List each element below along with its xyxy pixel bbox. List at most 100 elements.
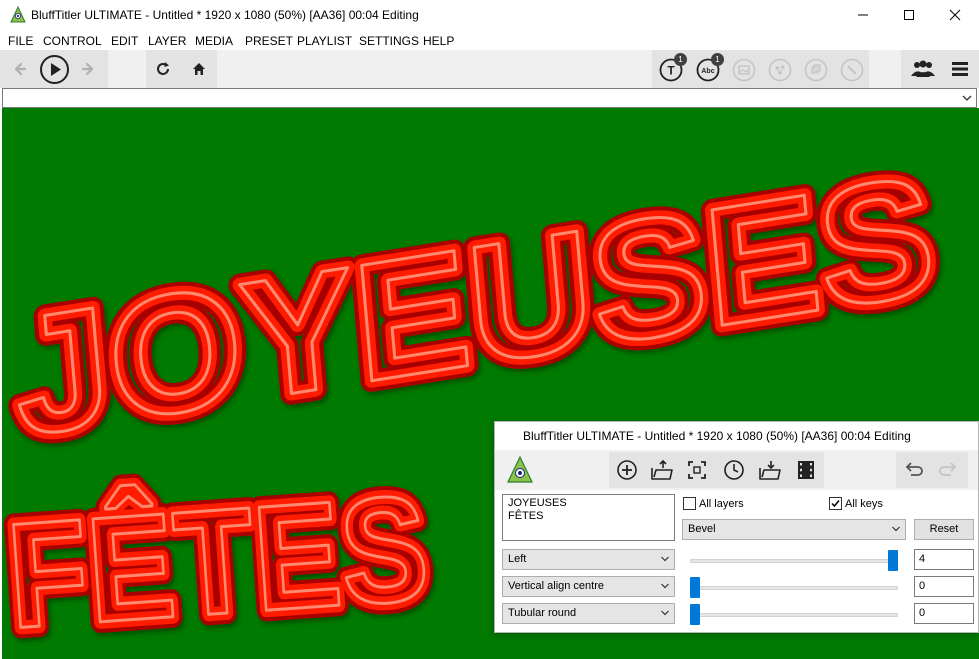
chevron-down-icon — [962, 95, 972, 101]
play-button[interactable] — [39, 54, 70, 85]
clock-icon — [724, 460, 744, 480]
home-button[interactable] — [189, 59, 209, 79]
property-select[interactable]: Bevel — [682, 519, 906, 540]
all-keys-checkbox-box[interactable] — [829, 497, 842, 510]
chevron-down-icon — [661, 556, 669, 562]
close-button[interactable] — [932, 0, 978, 30]
window-title: BluffTitler ULTIMATE - Untitled * 1920 x… — [31, 8, 419, 22]
community-button[interactable] — [908, 58, 938, 80]
picture-layer-button[interactable] — [732, 58, 756, 82]
redo-button[interactable] — [937, 458, 961, 482]
play-icon — [40, 55, 69, 84]
menu-settings[interactable]: SETTINGS — [359, 34, 419, 48]
main-toolbar: T 1 Abc 1 — [0, 50, 979, 88]
arrow-left-icon — [14, 62, 27, 76]
next-button[interactable] — [78, 59, 98, 79]
layer-editor-panel: BluffTitler ULTIMATE - Untitled * 1920 x… — [494, 421, 979, 633]
menu-bar: FILE CONTROL EDIT LAYER MEDIA PRESET PLA… — [0, 30, 979, 50]
abc-layer-count-badge: 1 — [711, 53, 724, 66]
align-vertical-select[interactable]: Vertical align centre — [502, 576, 675, 597]
refresh-icon — [157, 62, 169, 75]
timing-button[interactable] — [722, 458, 746, 482]
bevel-style-select[interactable]: Tubular round — [502, 603, 675, 624]
all-layers-checkbox-box[interactable] — [683, 497, 696, 510]
value-field-1[interactable]: 4 — [914, 549, 974, 570]
minimize-icon — [858, 14, 868, 16]
previous-button[interactable] — [10, 59, 30, 79]
panel-title: BluffTitler ULTIMATE - Untitled * 1920 x… — [523, 429, 911, 443]
text-layer-button[interactable]: T 1 — [659, 53, 687, 82]
particles-icon — [768, 58, 792, 82]
panel-toolbar — [495, 450, 978, 490]
title-line2-highlight: FÊTES — [3, 463, 434, 659]
chevron-down-icon — [661, 583, 669, 589]
title-bar: BluffTitler ULTIMATE - Untitled * 1920 x… — [0, 0, 979, 30]
menu-preset[interactable]: PRESET — [245, 34, 293, 48]
load-media-button[interactable] — [757, 458, 783, 482]
checkmark-icon — [831, 500, 840, 508]
menu-control[interactable]: CONTROL — [43, 34, 102, 48]
home-icon — [193, 63, 205, 75]
minimize-button[interactable] — [840, 0, 886, 30]
redo-icon — [939, 462, 957, 476]
property-select-value: Bevel — [688, 523, 716, 535]
chevron-down-icon — [661, 610, 669, 616]
align-horizontal-value: Left — [508, 553, 527, 565]
undo-icon — [905, 462, 923, 476]
all-keys-label: All keys — [845, 497, 883, 510]
add-layer-button[interactable] — [615, 458, 639, 482]
value-field-3[interactable]: 0 — [914, 603, 974, 624]
users-icon — [911, 60, 935, 77]
load-folder-button[interactable] — [649, 458, 675, 482]
menu-edit[interactable]: EDIT — [111, 34, 138, 48]
slider-1-thumb[interactable] — [888, 550, 898, 571]
slider-2-track[interactable] — [690, 586, 898, 590]
svg-text:Abc: Abc — [701, 68, 714, 75]
shapes-icon — [804, 58, 828, 82]
hamburger-icon — [952, 62, 968, 76]
film-button[interactable] — [794, 458, 818, 482]
text-layer-count-badge: 1 — [674, 53, 687, 66]
all-layers-checkbox[interactable]: All layers — [683, 497, 744, 510]
abc-layer-button[interactable]: Abc 1 — [696, 53, 724, 82]
menu-help[interactable]: HELP — [423, 34, 454, 48]
refresh-button[interactable] — [153, 59, 173, 79]
slider-3-thumb[interactable] — [690, 604, 700, 625]
undo-button[interactable] — [901, 458, 925, 482]
align-horizontal-select[interactable]: Left — [502, 549, 675, 570]
menu-media[interactable]: MEDIA — [195, 34, 233, 48]
crop-button[interactable] — [685, 458, 709, 482]
align-vertical-value: Vertical align centre — [508, 580, 604, 592]
chevron-down-icon — [892, 526, 900, 532]
hamburger-menu-button[interactable] — [949, 59, 971, 79]
wand-icon — [840, 58, 864, 82]
menu-layer[interactable]: LAYER — [148, 34, 186, 48]
arrow-right-icon — [81, 62, 94, 76]
slider-3-track[interactable] — [690, 613, 898, 617]
layer-dropdown[interactable] — [2, 88, 977, 108]
value-field-2[interactable]: 0 — [914, 576, 974, 597]
close-icon — [949, 9, 961, 21]
layer-text-input[interactable]: JOYEUSES FÊTES — [502, 494, 675, 541]
menu-file[interactable]: FILE — [8, 34, 33, 48]
bevel-style-value: Tubular round — [508, 607, 577, 619]
blufftitler-eye-icon — [507, 455, 533, 483]
effects-layer-button[interactable] — [840, 58, 864, 82]
menu-playlist[interactable]: PLAYLIST — [297, 34, 352, 48]
plus-circle-icon — [617, 460, 637, 480]
particles-layer-button[interactable] — [768, 58, 792, 82]
shapes-layer-button[interactable] — [804, 58, 828, 82]
picture-icon — [732, 58, 756, 82]
slider-1-track[interactable] — [690, 559, 898, 563]
panel-tools-group — [609, 452, 824, 488]
all-keys-checkbox[interactable]: All keys — [829, 497, 883, 510]
maximize-icon — [904, 10, 914, 20]
folder-up-icon — [651, 459, 673, 480]
svg-text:T: T — [667, 64, 675, 78]
text-line-1: JOYEUSES — [508, 497, 567, 509]
maximize-button[interactable] — [886, 0, 932, 30]
slider-2-thumb[interactable] — [690, 577, 700, 598]
text-line-2: FÊTES — [508, 510, 544, 522]
film-icon — [798, 461, 814, 479]
reset-button[interactable]: Reset — [914, 519, 974, 540]
